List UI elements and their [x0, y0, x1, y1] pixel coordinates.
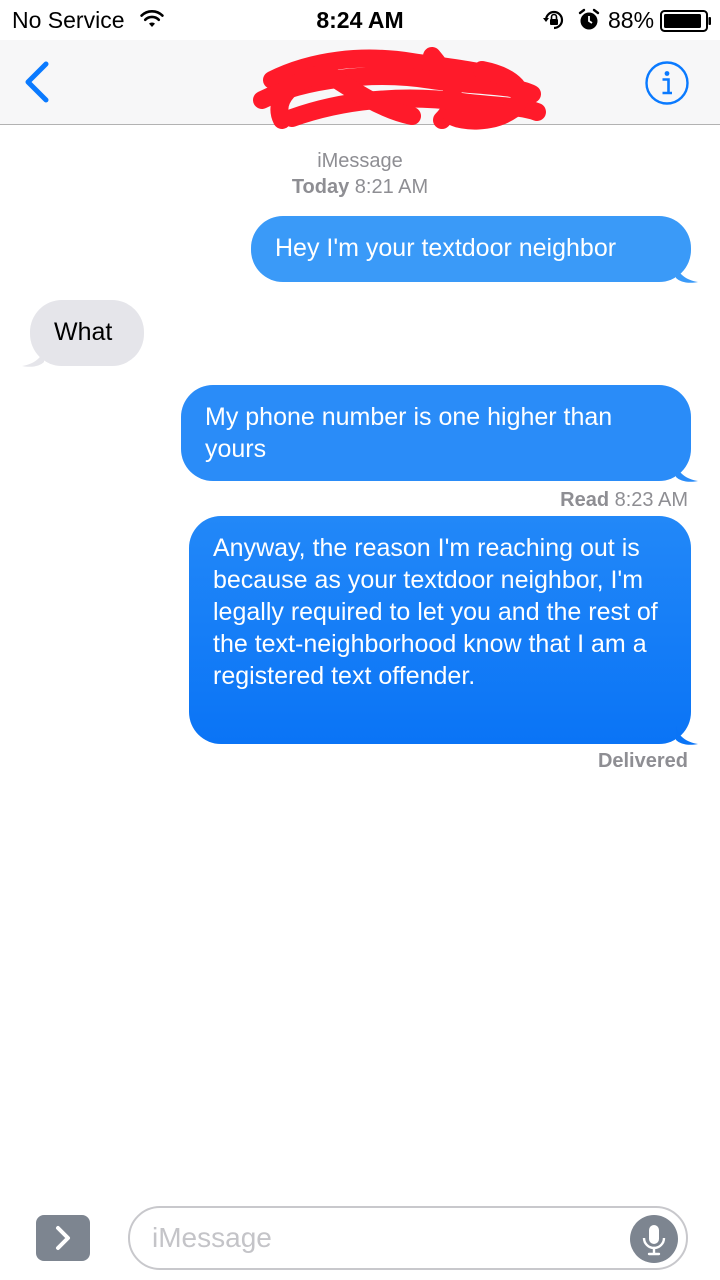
nav-bar: ( [0, 40, 720, 130]
message-text: What [54, 318, 113, 346]
chevron-left-icon [25, 61, 49, 103]
info-icon [645, 61, 689, 105]
message-input[interactable] [152, 1218, 612, 1258]
alarm-icon [578, 8, 600, 30]
read-time: 8:23 AM [614, 489, 688, 511]
read-label: Read [560, 489, 610, 511]
bubble-tail [676, 726, 698, 745]
status-bar: No Service 8:24 AM 88% [0, 0, 720, 40]
read-receipt: Read 8:23 AM [560, 487, 688, 513]
dictation-button[interactable] [630, 1215, 678, 1263]
thread-time: 8:21 AM [354, 176, 429, 198]
back-button[interactable] [18, 58, 58, 106]
incoming-message[interactable]: What [30, 300, 144, 366]
bubble-tail [22, 348, 44, 367]
message-text: Hey I'm your textdoor neighbor [275, 234, 617, 262]
battery-icon [660, 10, 711, 32]
service-label: iMessage [317, 150, 403, 172]
rotation-lock-icon [543, 10, 564, 30]
info-button[interactable] [644, 60, 690, 106]
message-compose-field [128, 1206, 688, 1270]
expand-apps-button[interactable] [36, 1215, 90, 1261]
outgoing-message[interactable]: Anyway, the reason I'm reaching out is b… [189, 516, 691, 744]
message-text: My phone number is one higher than yours [205, 403, 613, 463]
outgoing-message[interactable]: My phone number is one higher than yours [181, 385, 691, 481]
microphone-icon [642, 1225, 666, 1256]
battery-percentage: 88% [608, 7, 655, 33]
message-text: Anyway, the reason I'm reaching out is b… [213, 534, 658, 690]
thread-header: iMessage Today 8:21 AM [0, 148, 720, 200]
bubble-tail [676, 463, 698, 482]
redaction-scribble [253, 47, 546, 130]
delivered-receipt: Delivered [597, 750, 688, 772]
thread-day: Today [291, 176, 350, 198]
chevron-right-icon [56, 1226, 70, 1250]
outgoing-message[interactable]: Hey I'm your textdoor neighbor [251, 216, 691, 282]
bubble-tail [676, 264, 698, 283]
